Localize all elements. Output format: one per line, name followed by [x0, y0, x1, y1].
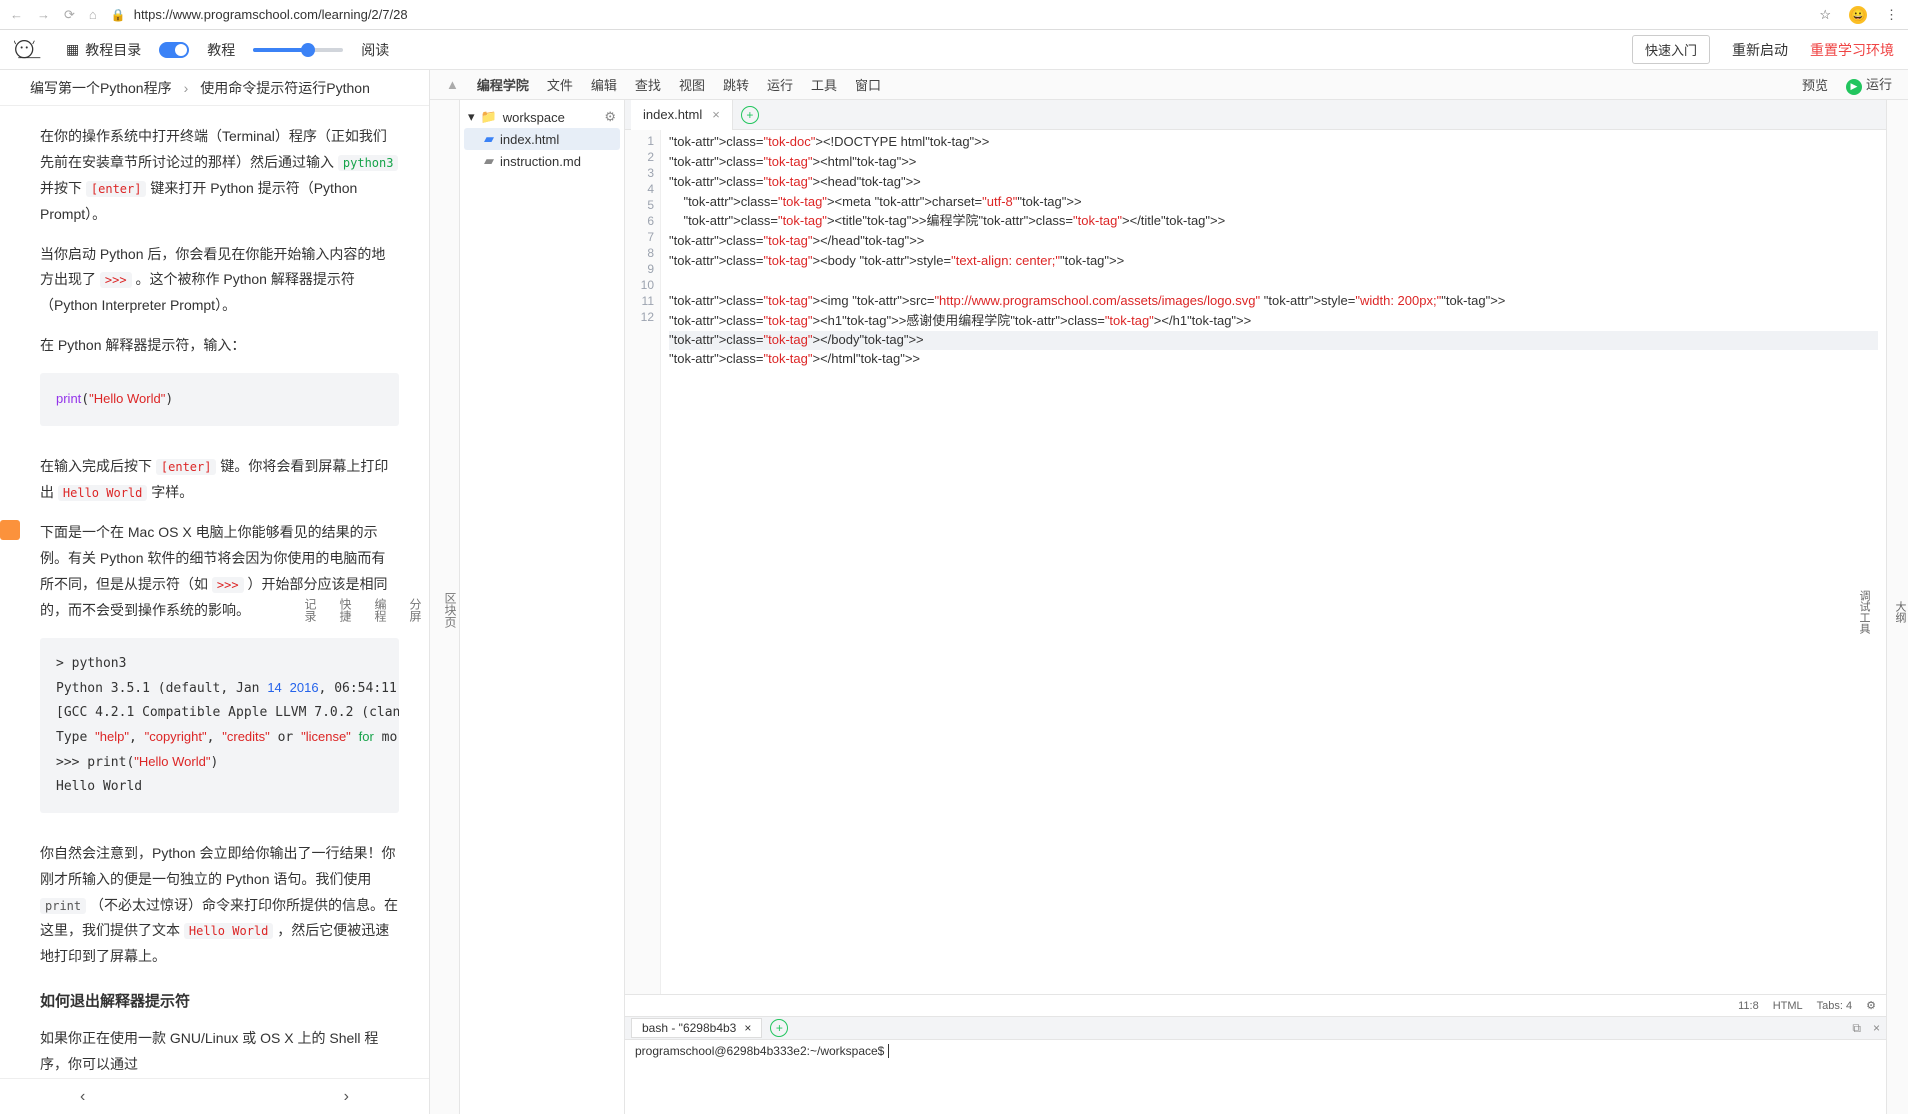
language-mode[interactable]: HTML [1773, 1000, 1803, 1012]
breadcrumb-item[interactable]: 编写第一个Python程序 [30, 78, 172, 98]
kebab-menu-icon[interactable]: ⋮ [1885, 7, 1898, 23]
tree-file[interactable]: ▰ instruction.md [460, 150, 624, 172]
code-editor[interactable]: 123456789101112 "tok-attr">class="tok-do… [625, 130, 1886, 994]
tutorial-toggle[interactable] [159, 42, 189, 58]
menu-item[interactable]: 工具 [811, 75, 837, 94]
code-chip: Hello World [184, 923, 273, 939]
terminal-tab[interactable]: bash - "6298b4b3 × [631, 1018, 762, 1038]
browser-toolbar: ← → ⟳ ⌂ 🔒 https://www.programschool.com/… [0, 0, 1908, 30]
restart-button[interactable]: 重新启动 [1732, 40, 1788, 60]
editor-tabbar: index.html × + [625, 100, 1886, 130]
close-icon[interactable]: × [1873, 1021, 1880, 1036]
tree-file[interactable]: ▰ index.html [464, 128, 620, 150]
split-icon[interactable]: ⧉ [1852, 1021, 1861, 1036]
menubar: ▲ 编程学院 文件 编辑 查找 视图 跳转 运行 工具 窗口 预览 ▶运行 [430, 70, 1908, 100]
tutorial-label: 教程 [207, 40, 235, 60]
ide-panel: ▲ 编程学院 文件 编辑 查找 视图 跳转 运行 工具 窗口 预览 ▶运行 区块… [430, 70, 1908, 1114]
app-logo-icon [14, 37, 48, 63]
code-block: print("Hello World") [40, 373, 399, 426]
code-chip: Hello World [58, 485, 147, 501]
quickstart-button[interactable]: 快速入门 [1632, 35, 1710, 64]
md-file-icon: ▰ [484, 153, 494, 169]
breadcrumb: 编写第一个Python程序 › 使用命令提示符运行Python [0, 70, 429, 106]
menu-item[interactable]: 查找 [635, 75, 661, 94]
terminal[interactable]: programschool@6298b4b333e2:~/workspace$ [625, 1040, 1886, 1114]
breadcrumb-item[interactable]: 使用命令提示符运行Python [200, 78, 370, 98]
preview-button[interactable]: 预览 [1802, 75, 1828, 94]
lesson-panel: 编写第一个Python程序 › 使用命令提示符运行Python 在你的操作系统中… [0, 70, 430, 1114]
prev-button[interactable]: ‹ [80, 1088, 85, 1106]
menu-item[interactable]: 运行 [767, 75, 793, 94]
url-bar[interactable]: 🔒 https://www.programschool.com/learning… [111, 7, 1806, 22]
key-chip: [enter] [86, 181, 147, 197]
html-file-icon: ▰ [484, 131, 494, 147]
menu-item[interactable]: 窗口 [855, 75, 881, 94]
reload-icon[interactable]: ⟳ [64, 7, 75, 23]
tree-root[interactable]: ▾ 📁 workspace ⚙ [460, 106, 624, 128]
menu-item[interactable]: 文件 [547, 75, 573, 94]
menu-item[interactable]: 跳转 [723, 75, 749, 94]
gear-icon[interactable]: ⚙ [1866, 999, 1876, 1012]
read-label: 阅读 [361, 40, 389, 60]
folder-icon: 📁 [481, 109, 497, 125]
code-chip: python3 [338, 155, 399, 171]
code-chip: >>> [212, 577, 244, 593]
close-icon[interactable]: × [712, 107, 720, 122]
terminal-prompt: programschool@6298b4b333e2:~/workspace$ [635, 1044, 888, 1058]
chevron-down-icon: ▾ [468, 109, 475, 125]
code-chip: print [40, 898, 86, 914]
run-button[interactable]: ▶运行 [1846, 74, 1892, 95]
pager: ‹ › [0, 1078, 429, 1114]
forward-icon[interactable]: → [37, 7, 50, 22]
rail-icon[interactable]: 区块页 [442, 592, 459, 628]
line-gutter: 123456789101112 [625, 130, 661, 994]
file-tree: ▾ 📁 workspace ⚙ ▰ index.html ▰ instructi… [460, 100, 625, 1114]
collapse-icon[interactable]: ▲ [446, 77, 459, 92]
book-icon: ▦ [66, 41, 79, 58]
section-heading: 如何退出解释器提示符 [40, 988, 399, 1016]
next-button[interactable]: › [344, 1088, 349, 1106]
outline-tab[interactable]: 大纲 [1892, 601, 1908, 623]
star-icon[interactable]: ☆ [1819, 7, 1831, 23]
chevron-right-icon: › [184, 80, 189, 96]
reset-env-button[interactable]: 重置学习环境 [1810, 40, 1894, 60]
left-tool-rail: 区块页 分屏 编程 快捷 记录 [430, 100, 460, 1114]
menu-item[interactable]: 编辑 [591, 75, 617, 94]
menu-item[interactable]: 视图 [679, 75, 705, 94]
new-terminal-button[interactable]: + [770, 1019, 788, 1037]
status-bar: 11:8 HTML Tabs: 4 ⚙ [625, 994, 1886, 1016]
profile-avatar-icon[interactable]: 😀 [1849, 6, 1867, 24]
toc-button[interactable]: ▦ 教程目录 [66, 40, 141, 60]
home-icon[interactable]: ⌂ [89, 7, 97, 22]
app-header: ▦ 教程目录 教程 阅读 快速入门 重新启动 重置学习环境 [0, 30, 1908, 70]
gear-icon[interactable]: ⚙ [604, 109, 616, 125]
menu-item[interactable]: 编程学院 [477, 75, 529, 94]
terminal-tabbar: bash - "6298b4b3 × + ⧉ × [625, 1016, 1886, 1040]
back-icon[interactable]: ← [10, 7, 23, 22]
close-icon[interactable]: × [744, 1021, 751, 1035]
right-tool-rail: 大纲 调试工具 [1886, 100, 1908, 1114]
code-block: > python3 Python 3.5.1 (default, Jan 14 … [40, 638, 399, 813]
new-tab-button[interactable]: + [741, 106, 759, 124]
code-chip: >>> [100, 272, 132, 288]
progress-slider[interactable] [253, 48, 343, 52]
key-chip: [enter] [156, 459, 217, 475]
editor-tab[interactable]: index.html × [631, 100, 733, 130]
lesson-content[interactable]: 在你的操作系统中打开终端（Terminal）程序（正如我们先前在安装章节所讨论过… [0, 106, 429, 1078]
tab-setting[interactable]: Tabs: 4 [1817, 1000, 1852, 1012]
note-badge-icon[interactable] [0, 520, 20, 540]
url-text: https://www.programschool.com/learning/2… [134, 7, 408, 22]
cursor-position: 11:8 [1738, 1000, 1759, 1012]
play-icon: ▶ [1846, 79, 1862, 95]
debug-tab[interactable]: 调试工具 [1856, 590, 1872, 634]
lock-icon: 🔒 [111, 8, 126, 22]
